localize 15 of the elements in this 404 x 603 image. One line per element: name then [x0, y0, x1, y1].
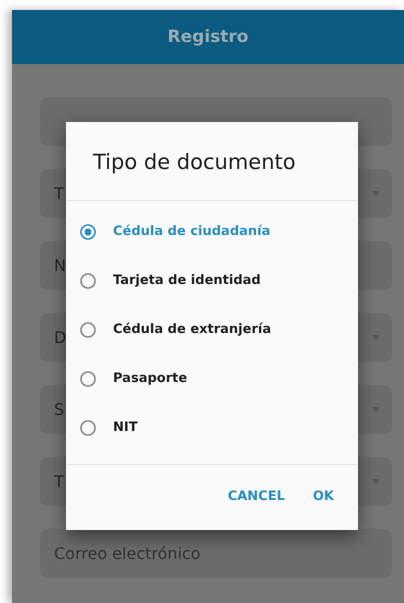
caret-icon: [372, 479, 380, 484]
radio-button[interactable]: [80, 420, 96, 436]
caret-icon: [372, 407, 380, 412]
app-bar-title: Registro: [168, 27, 248, 47]
radio-option[interactable]: Cédula de extranjería: [66, 305, 358, 354]
radio-option[interactable]: NIT: [66, 403, 358, 452]
radio-button[interactable]: [80, 322, 96, 338]
radio-button[interactable]: [80, 272, 96, 288]
radio-button[interactable]: [80, 370, 96, 386]
dialog-title: Tipo de documento: [92, 149, 297, 172]
radio-option[interactable]: Pasaporte: [66, 354, 358, 403]
caret-icon: [372, 191, 380, 196]
caret-icon: [372, 335, 380, 340]
radio-option[interactable]: Tarjeta de identidad: [66, 256, 358, 305]
radio-button[interactable]: [80, 224, 96, 240]
